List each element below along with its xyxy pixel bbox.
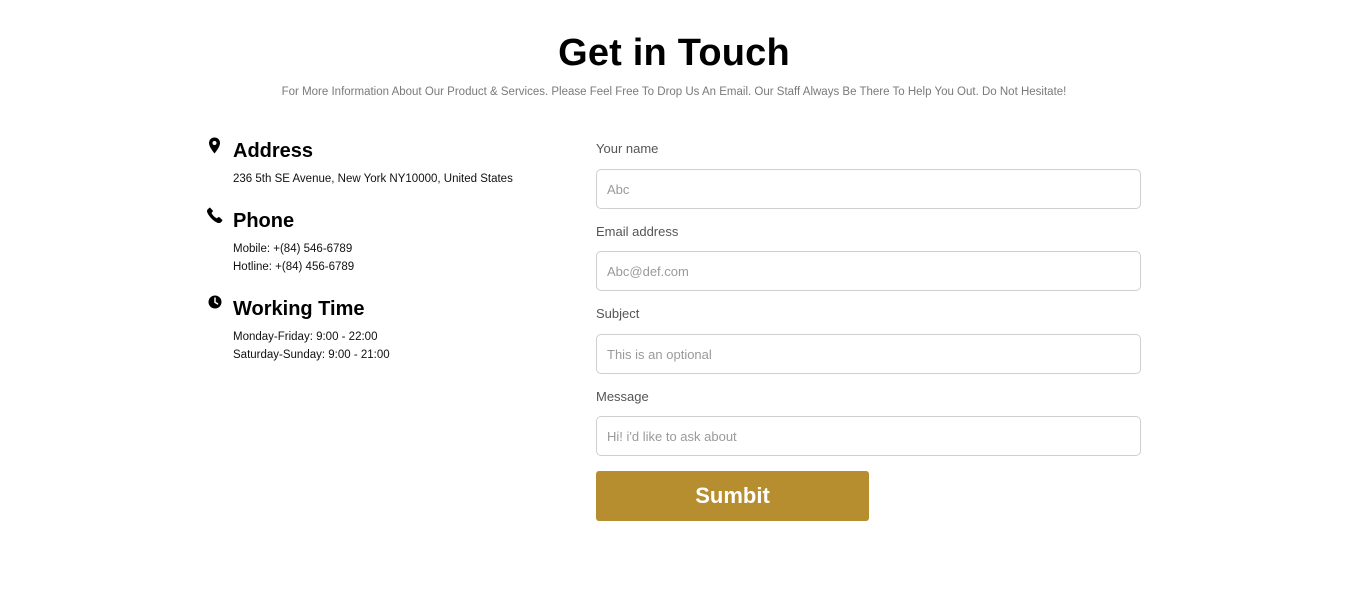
phone-mobile: Mobile: +(84) 546-6789 <box>233 243 353 255</box>
subject-label: Subject <box>596 306 640 321</box>
page-title: Get in Touch <box>558 32 790 74</box>
subject-input[interactable] <box>596 334 1141 374</box>
submit-button[interactable]: Sumbit <box>596 471 869 521</box>
working-time-title: Working Time <box>233 298 365 320</box>
address-line: 236 5th SE Avenue, New York NY10000, Uni… <box>233 173 513 185</box>
message-input[interactable] <box>596 416 1141 456</box>
contact-page: Get in Touch For More Information About … <box>0 0 1348 598</box>
email-input[interactable] <box>596 251 1141 291</box>
working-time-lines: Monday-Friday: 9:00 - 22:00 Saturday-Sun… <box>233 329 390 364</box>
location-pin-icon <box>206 137 223 155</box>
phone-block: Phone Mobile: +(84) 546-6789 Hotline: +(… <box>206 207 354 276</box>
email-label: Email address <box>596 224 679 239</box>
address-block: Address 236 5th SE Avenue, New York NY10… <box>206 137 513 189</box>
address-title: Address <box>233 140 314 162</box>
working-time-block: Working Time Monday-Friday: 9:00 - 22:00… <box>206 295 390 364</box>
page-subtitle: For More Information About Our Product &… <box>281 86 1067 98</box>
phone-icon <box>206 207 223 225</box>
phone-title: Phone <box>233 210 295 232</box>
message-label: Message <box>596 389 649 404</box>
clock-icon <box>206 295 223 313</box>
address-lines: 236 5th SE Avenue, New York NY10000, Uni… <box>233 171 513 189</box>
name-label: Your name <box>596 141 659 156</box>
weekday-hours: Monday-Friday: 9:00 - 22:00 <box>233 331 378 343</box>
weekend-hours: Saturday-Sunday: 9:00 - 21:00 <box>233 348 390 361</box>
phone-lines: Mobile: +(84) 546-6789 Hotline: +(84) 45… <box>233 241 354 276</box>
phone-hotline: Hotline: +(84) 456-6789 <box>233 260 355 273</box>
name-input[interactable] <box>596 169 1141 209</box>
